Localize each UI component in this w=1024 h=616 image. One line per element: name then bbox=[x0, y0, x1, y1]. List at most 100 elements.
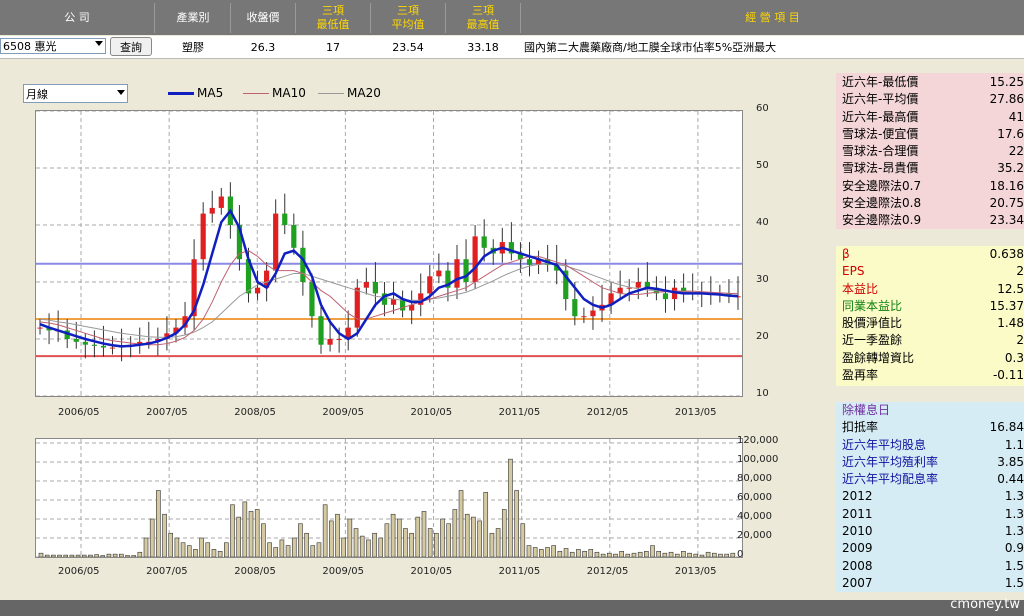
volume-bar bbox=[119, 553, 124, 557]
volume-bar bbox=[359, 535, 365, 557]
candle bbox=[291, 225, 297, 248]
stat-row: 雪球法-便宜價 17.6 bbox=[836, 126, 1024, 143]
stat-row: EPS 2 bbox=[836, 263, 1024, 280]
stat-value: 1.3 bbox=[1004, 506, 1024, 521]
query-button[interactable]: 查詢 bbox=[110, 37, 152, 56]
volume-bar bbox=[366, 539, 371, 557]
stat-row: 盈再率 -0.11 bbox=[836, 367, 1024, 384]
volume-bar bbox=[526, 545, 532, 557]
volume-bar bbox=[650, 545, 655, 557]
stat-label: 股價淨值比 bbox=[842, 316, 903, 331]
candle bbox=[318, 316, 324, 345]
stock-info-row: 6508 惠光 查詢 塑膠 26.3 17 23.54 33.18 國內第二大農… bbox=[0, 36, 1024, 59]
price-stats-panel: 近六年-最低價 15.25 近六年-平均價 27.86 近六年-最高價 41 雪球法-便宜價… bbox=[836, 73, 1024, 229]
volume-bar bbox=[248, 511, 254, 557]
volume-bar bbox=[582, 551, 587, 557]
volume-bar bbox=[514, 490, 519, 557]
volume-bar bbox=[563, 548, 569, 557]
volume-bar bbox=[273, 547, 279, 557]
x-tick-label: 2009/05 bbox=[322, 407, 364, 418]
volume-bar bbox=[94, 554, 99, 557]
stat-value: 17.6 bbox=[997, 126, 1024, 141]
chevron-down-icon bbox=[117, 90, 125, 95]
candle bbox=[363, 282, 369, 288]
stock-code: 6508 bbox=[3, 39, 31, 53]
stat-value: 0.638 bbox=[989, 247, 1024, 261]
stat-row: 2009 0.9 bbox=[836, 540, 1024, 557]
volume-bar bbox=[174, 537, 180, 557]
candle bbox=[354, 287, 360, 328]
dividend-panel: 除權息日 扣抵率 16.84 近六年平均股息 1.1 近六年平均殖利率 3.85 近六年平均… bbox=[836, 402, 1024, 592]
x-tick-label: 2007/05 bbox=[146, 566, 188, 577]
volume-bar bbox=[489, 532, 495, 557]
stat-row: 同業本益比 15.37 bbox=[836, 298, 1024, 315]
stat-label: 安全邊際法0.8 bbox=[842, 196, 922, 211]
candle bbox=[336, 339, 342, 340]
candle bbox=[662, 293, 669, 300]
stat-value: -0.11 bbox=[992, 368, 1024, 383]
stat-label: 同業本益比 bbox=[842, 298, 903, 313]
candle bbox=[218, 196, 224, 208]
volume-bar bbox=[718, 553, 723, 557]
stat-row: 股價淨值比 1.48 bbox=[836, 315, 1024, 332]
x-tick-label: 2006/05 bbox=[58, 566, 100, 577]
stat-label: 近六年平均股息 bbox=[842, 437, 927, 452]
volume-bar bbox=[298, 523, 303, 557]
volume-bar bbox=[44, 554, 50, 557]
volume-bar bbox=[372, 532, 377, 557]
volume-bar bbox=[347, 518, 353, 557]
volume-bar bbox=[230, 504, 235, 557]
dividend-date-title: 除權息日 bbox=[842, 403, 891, 417]
stat-label: 2008 bbox=[842, 558, 873, 573]
stat-label: 2011 bbox=[842, 506, 873, 521]
header-company: 公 司 bbox=[0, 3, 155, 33]
volume-bar bbox=[464, 513, 470, 557]
volume-bar bbox=[162, 513, 167, 557]
stock-select[interactable]: 6508 惠光 bbox=[0, 38, 106, 54]
stat-value: 1.48 bbox=[997, 316, 1024, 331]
volume-bar bbox=[329, 520, 334, 557]
volume-bar bbox=[705, 551, 711, 557]
volume-bar bbox=[186, 545, 192, 557]
volume-bar bbox=[545, 547, 550, 557]
volume-bar bbox=[242, 501, 248, 557]
business-value: 國內第二大農藥廠商/地工膜全球市佔率5%亞洲最大 bbox=[524, 41, 777, 54]
volume-bar bbox=[57, 554, 62, 557]
volume-bar bbox=[532, 547, 538, 557]
volume-bar bbox=[458, 490, 464, 557]
stat-label: 安全邊際法0.7 bbox=[842, 178, 922, 193]
stat-value: 1.1 bbox=[1004, 437, 1024, 452]
volume-bar bbox=[254, 509, 260, 557]
period-select[interactable]: 月線 bbox=[23, 84, 128, 103]
volume-bar bbox=[588, 549, 594, 557]
volume-bar bbox=[236, 516, 241, 557]
volume-bar bbox=[730, 552, 736, 557]
volume-bar bbox=[600, 553, 606, 557]
candle bbox=[37, 327, 43, 329]
candle bbox=[454, 259, 460, 288]
candle bbox=[309, 282, 315, 317]
volume-bar bbox=[211, 549, 217, 557]
stat-value: 3.85 bbox=[997, 454, 1024, 469]
volume-bar bbox=[687, 552, 692, 557]
volume-bar bbox=[341, 537, 346, 557]
volume-bar bbox=[75, 554, 81, 557]
stat-value: 20.75 bbox=[989, 196, 1024, 211]
volume-bar bbox=[674, 553, 680, 557]
y-tick-label: 60 bbox=[756, 103, 769, 114]
stat-row: 近六年-最高價 41 bbox=[836, 109, 1024, 126]
stat-value: 23.34 bbox=[989, 213, 1024, 228]
volume-bar bbox=[421, 511, 427, 557]
stat-label: 近六年平均殖利率 bbox=[842, 454, 939, 469]
stat-label: 盈再率 bbox=[842, 368, 879, 383]
volume-bar bbox=[131, 555, 136, 557]
x-tick-label: 2011/05 bbox=[498, 566, 541, 577]
stat-value: 22 bbox=[1008, 144, 1024, 159]
max3-value: 33.18 bbox=[467, 40, 499, 54]
volume-bar bbox=[125, 555, 130, 557]
volume-bar bbox=[378, 537, 384, 557]
stat-row: 雪球法-合理價 22 bbox=[836, 143, 1024, 160]
volume-bar bbox=[625, 553, 631, 557]
volume-bar bbox=[724, 553, 729, 557]
volume-bar bbox=[606, 552, 612, 557]
